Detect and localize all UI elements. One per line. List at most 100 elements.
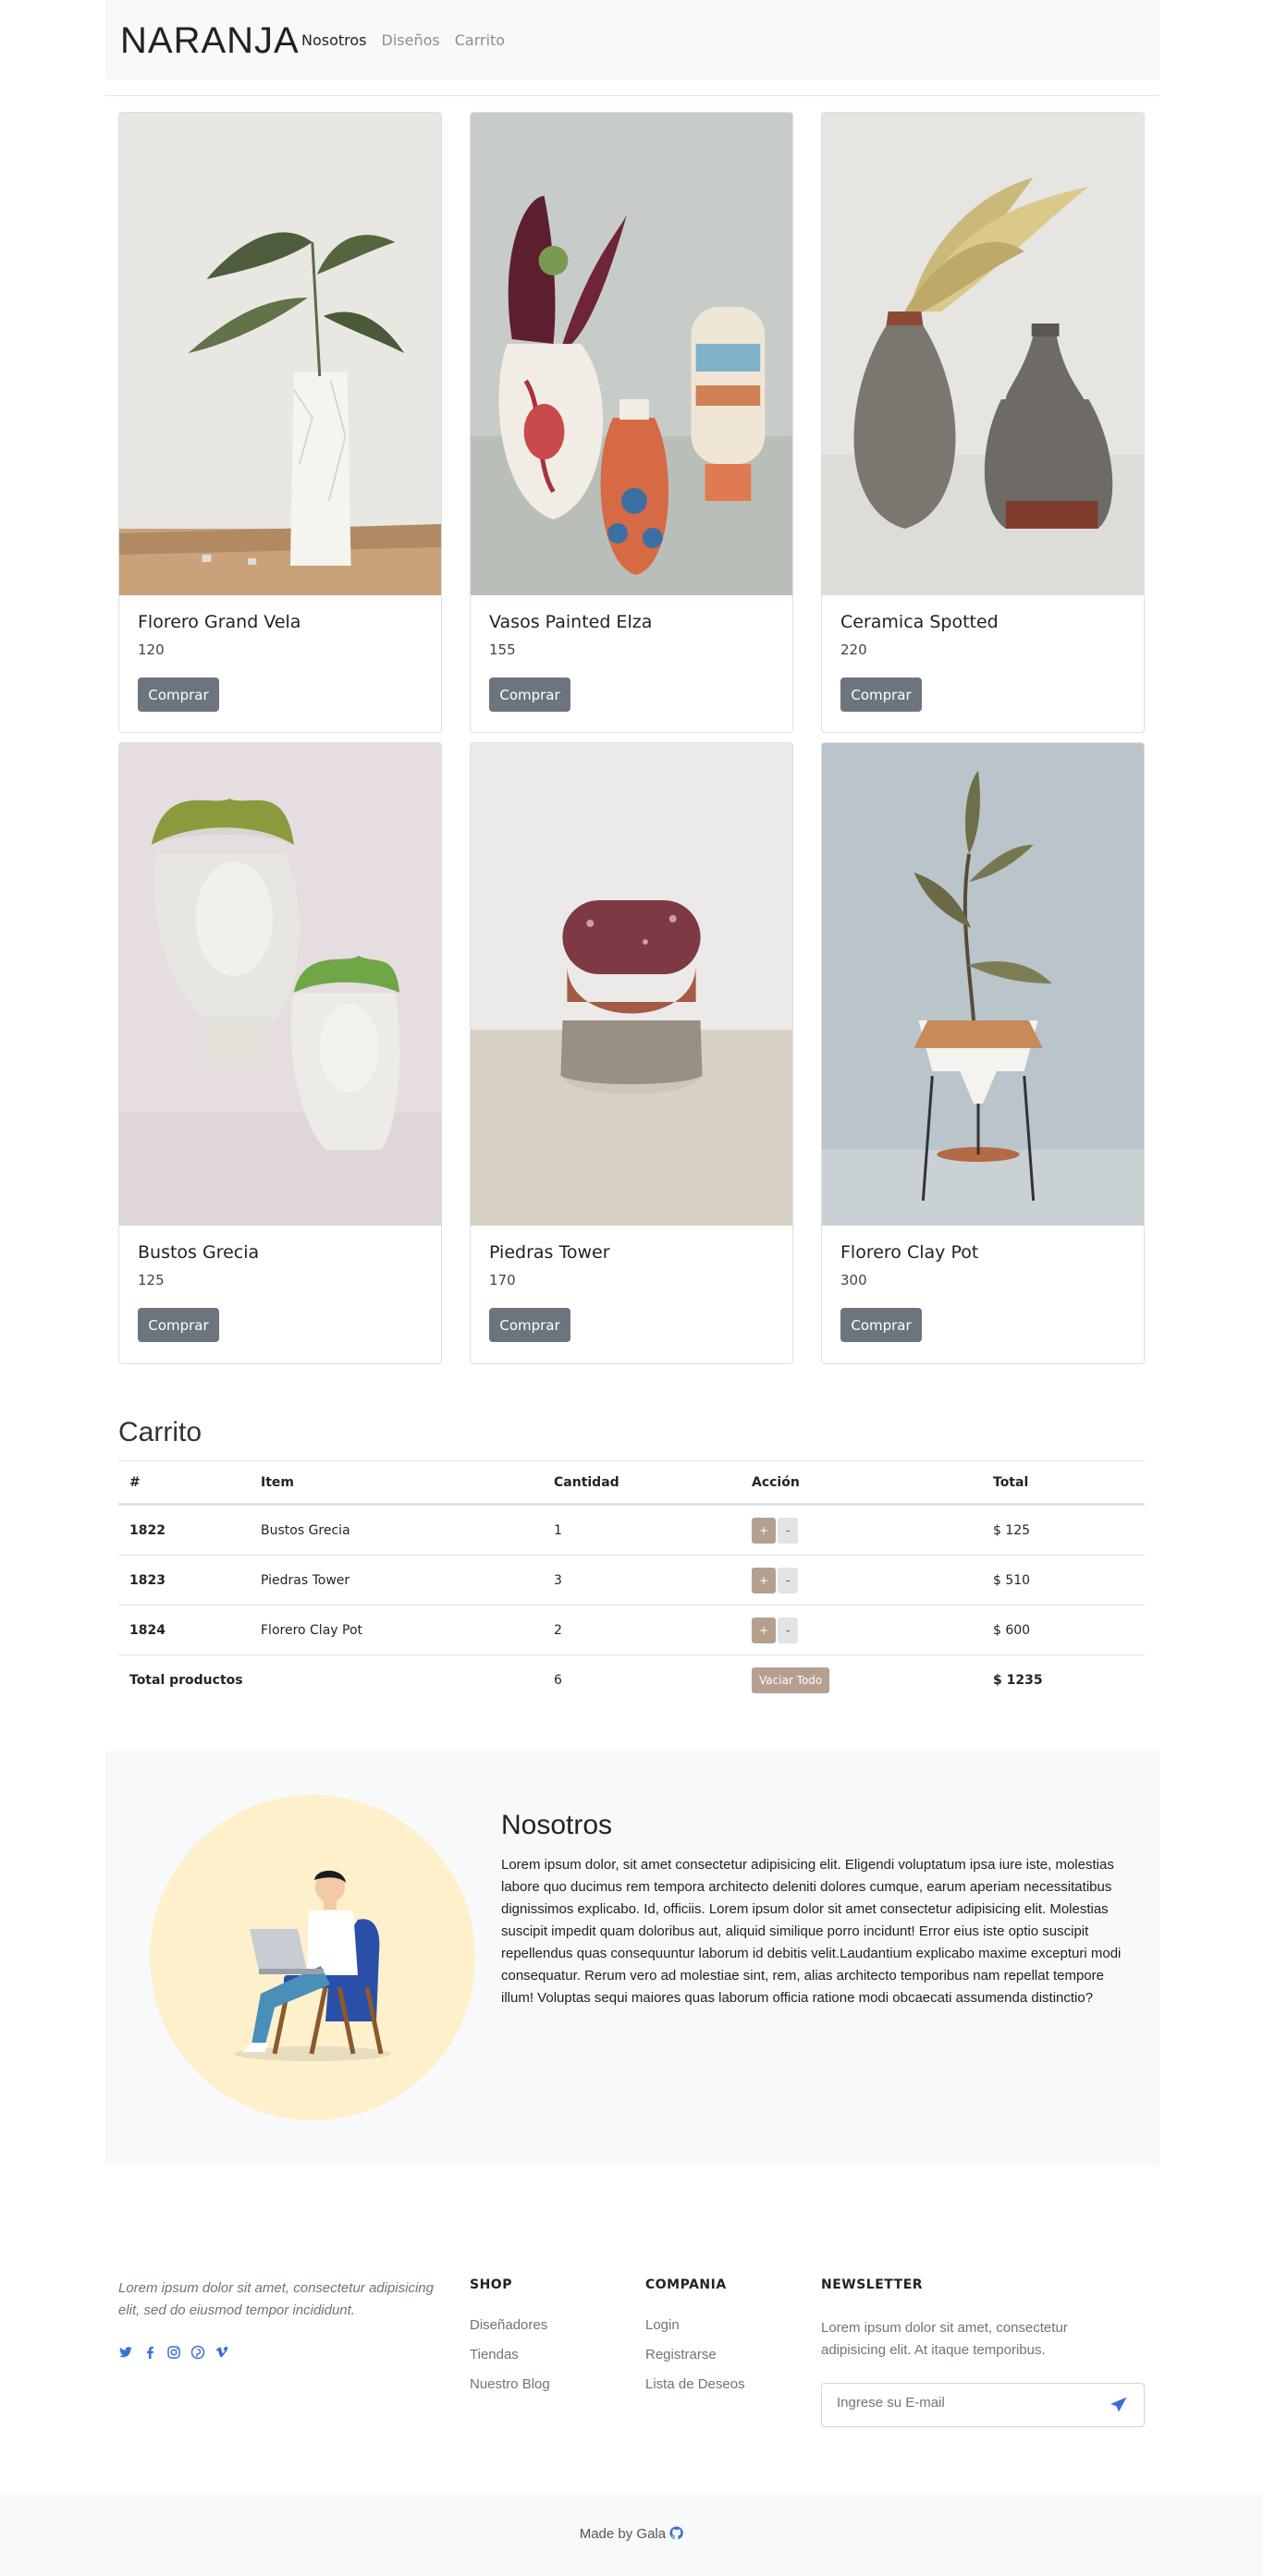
nav-link-disenos[interactable]: Diseños <box>382 31 440 49</box>
row-qty: 1 <box>554 1522 562 1538</box>
product-price: 170 <box>489 1272 516 1288</box>
product-name: Piedras Tower <box>489 1242 610 1263</box>
product-price: 120 <box>138 641 165 658</box>
buy-button[interactable]: Comprar <box>138 678 219 712</box>
increase-button[interactable]: + <box>752 1567 776 1593</box>
row-item: Bustos Grecia <box>261 1522 350 1538</box>
row-id: 1822 <box>129 1522 166 1538</box>
footer-company: COMPANIA Login Registrarse Lista de Dese… <box>645 2277 745 2399</box>
decrease-button[interactable]: - <box>778 1517 798 1544</box>
send-icon[interactable] <box>1110 2397 1129 2415</box>
decrease-button[interactable]: - <box>778 1617 798 1643</box>
nav-links: Nosotros Diseños Carrito <box>301 31 505 49</box>
total-label: Total productos <box>129 1672 243 1688</box>
brand-logo[interactable]: NARANJA <box>120 20 300 62</box>
footer-newsletter: NEWSLETTER <box>821 2277 923 2311</box>
row-total: $ 510 <box>993 1572 1031 1588</box>
about-title: Nosotros <box>501 1810 613 1840</box>
facebook-icon[interactable] <box>142 2345 157 2360</box>
footer-link[interactable]: Login <box>645 2311 745 2340</box>
product-card: Bustos Grecia 125 Comprar <box>118 742 442 1364</box>
footer-link[interactable]: Diseñadores <box>470 2311 550 2340</box>
footer-tagline: Lorem ipsum dolor sit amet, consectetur … <box>118 2280 434 2318</box>
footer-shop-title: SHOP <box>470 2277 512 2292</box>
buy-button[interactable]: Comprar <box>840 1308 922 1342</box>
row-total: $ 125 <box>993 1522 1031 1538</box>
clear-cart-button[interactable]: Vaciar Todo <box>752 1666 830 1693</box>
product-image <box>471 113 792 595</box>
footer-newsletter-title: NEWSLETTER <box>821 2277 924 2292</box>
row-actions: Vaciar Todo <box>752 1666 830 1693</box>
total-qty: 6 <box>554 1672 562 1688</box>
pinterest-icon[interactable] <box>190 2345 205 2360</box>
social-links <box>118 2345 229 2360</box>
navbar: NARANJA Nosotros Diseños Carrito <box>105 0 1159 79</box>
product-card: Florero Clay Pot 300 Comprar <box>821 742 1145 1364</box>
newsletter-form <box>821 2383 1145 2427</box>
product-card: Florero Grand Vela 120 Comprar <box>118 112 442 733</box>
row-actions: + - <box>752 1567 798 1593</box>
product-name: Florero Clay Pot <box>840 1242 979 1263</box>
product-image <box>119 113 441 595</box>
table-row: 1823 Piedras Tower 3 + - $ 510 <box>118 1555 1145 1605</box>
footer-link[interactable]: Tiendas <box>470 2340 550 2370</box>
footer-link[interactable]: Nuestro Blog <box>470 2370 550 2399</box>
product-image <box>822 113 1144 595</box>
product-name: Vasos Painted Elza <box>489 612 653 632</box>
made-by: Made by Gala <box>0 2526 1263 2544</box>
table-header: # Item Cantidad Acción Total <box>118 1460 1145 1505</box>
table-row: 1824 Florero Clay Pot 2 + - $ 600 <box>118 1605 1145 1654</box>
footer-company-title: COMPANIA <box>645 2277 727 2292</box>
newsletter-email-input[interactable] <box>837 2395 1096 2411</box>
about-illustration <box>150 1795 475 2120</box>
product-image <box>822 743 1144 1226</box>
about-text: Lorem ipsum dolor, sit amet consectetur … <box>501 1857 1122 2006</box>
divider <box>105 95 1159 96</box>
row-item: Florero Clay Pot <box>261 1622 363 1638</box>
footer-shop: SHOP Diseñadores Tiendas Nuestro Blog <box>470 2277 550 2399</box>
row-id: 1824 <box>129 1622 166 1638</box>
cart-title: Carrito <box>118 1417 202 1447</box>
row-qty: 3 <box>554 1572 562 1588</box>
product-image <box>471 743 792 1226</box>
row-total: $ 600 <box>993 1622 1031 1638</box>
table-row: 1822 Bustos Grecia 1 + - $ 125 <box>118 1505 1145 1555</box>
footer-link[interactable]: Lista de Deseos <box>645 2370 745 2399</box>
buy-button[interactable]: Comprar <box>138 1308 219 1342</box>
newsletter-text: Lorem ipsum dolor sit amet, consectetur … <box>821 2320 1068 2358</box>
buy-button[interactable]: Comprar <box>489 678 570 712</box>
increase-button[interactable]: + <box>752 1617 776 1643</box>
footer-link[interactable]: Registrarse <box>645 2340 745 2370</box>
made-by-text: Made by Gala <box>579 2526 667 2542</box>
about-section: Nosotros Lorem ipsum dolor, sit amet con… <box>105 1751 1159 2167</box>
buy-button[interactable]: Comprar <box>840 678 922 712</box>
product-price: 220 <box>840 641 867 658</box>
nav-link-nosotros[interactable]: Nosotros <box>301 31 367 49</box>
decrease-button[interactable]: - <box>778 1567 798 1593</box>
product-image <box>119 743 441 1226</box>
cart-table: # Item Cantidad Acción Total 1822 Bustos… <box>118 1460 1145 1704</box>
github-icon[interactable] <box>669 2526 684 2544</box>
product-price: 125 <box>138 1272 165 1288</box>
product-card: Piedras Tower 170 Comprar <box>470 742 793 1364</box>
product-card: Vasos Painted Elza 155 Comprar <box>470 112 793 733</box>
buy-button[interactable]: Comprar <box>489 1308 570 1342</box>
instagram-icon[interactable] <box>166 2345 181 2360</box>
row-actions: + - <box>752 1517 798 1544</box>
vimeo-icon[interactable] <box>215 2345 229 2360</box>
nav-link-carrito[interactable]: Carrito <box>455 31 505 49</box>
product-price: 300 <box>840 1272 867 1288</box>
table-footer-row: Total productos 6 Vaciar Todo $ 1235 <box>118 1654 1145 1704</box>
col-header: Acción <box>752 1474 800 1490</box>
row-item: Piedras Tower <box>261 1572 350 1588</box>
row-actions: + - <box>752 1617 798 1643</box>
product-name: Florero Grand Vela <box>138 612 301 632</box>
product-card: Ceramica Spotted 220 Comprar <box>821 112 1145 733</box>
row-id: 1823 <box>129 1572 166 1588</box>
product-price: 155 <box>489 641 516 658</box>
increase-button[interactable]: + <box>752 1517 776 1544</box>
col-header: # <box>129 1474 141 1490</box>
col-header: Item <box>261 1474 294 1490</box>
row-qty: 2 <box>554 1622 562 1638</box>
twitter-icon[interactable] <box>118 2345 133 2360</box>
